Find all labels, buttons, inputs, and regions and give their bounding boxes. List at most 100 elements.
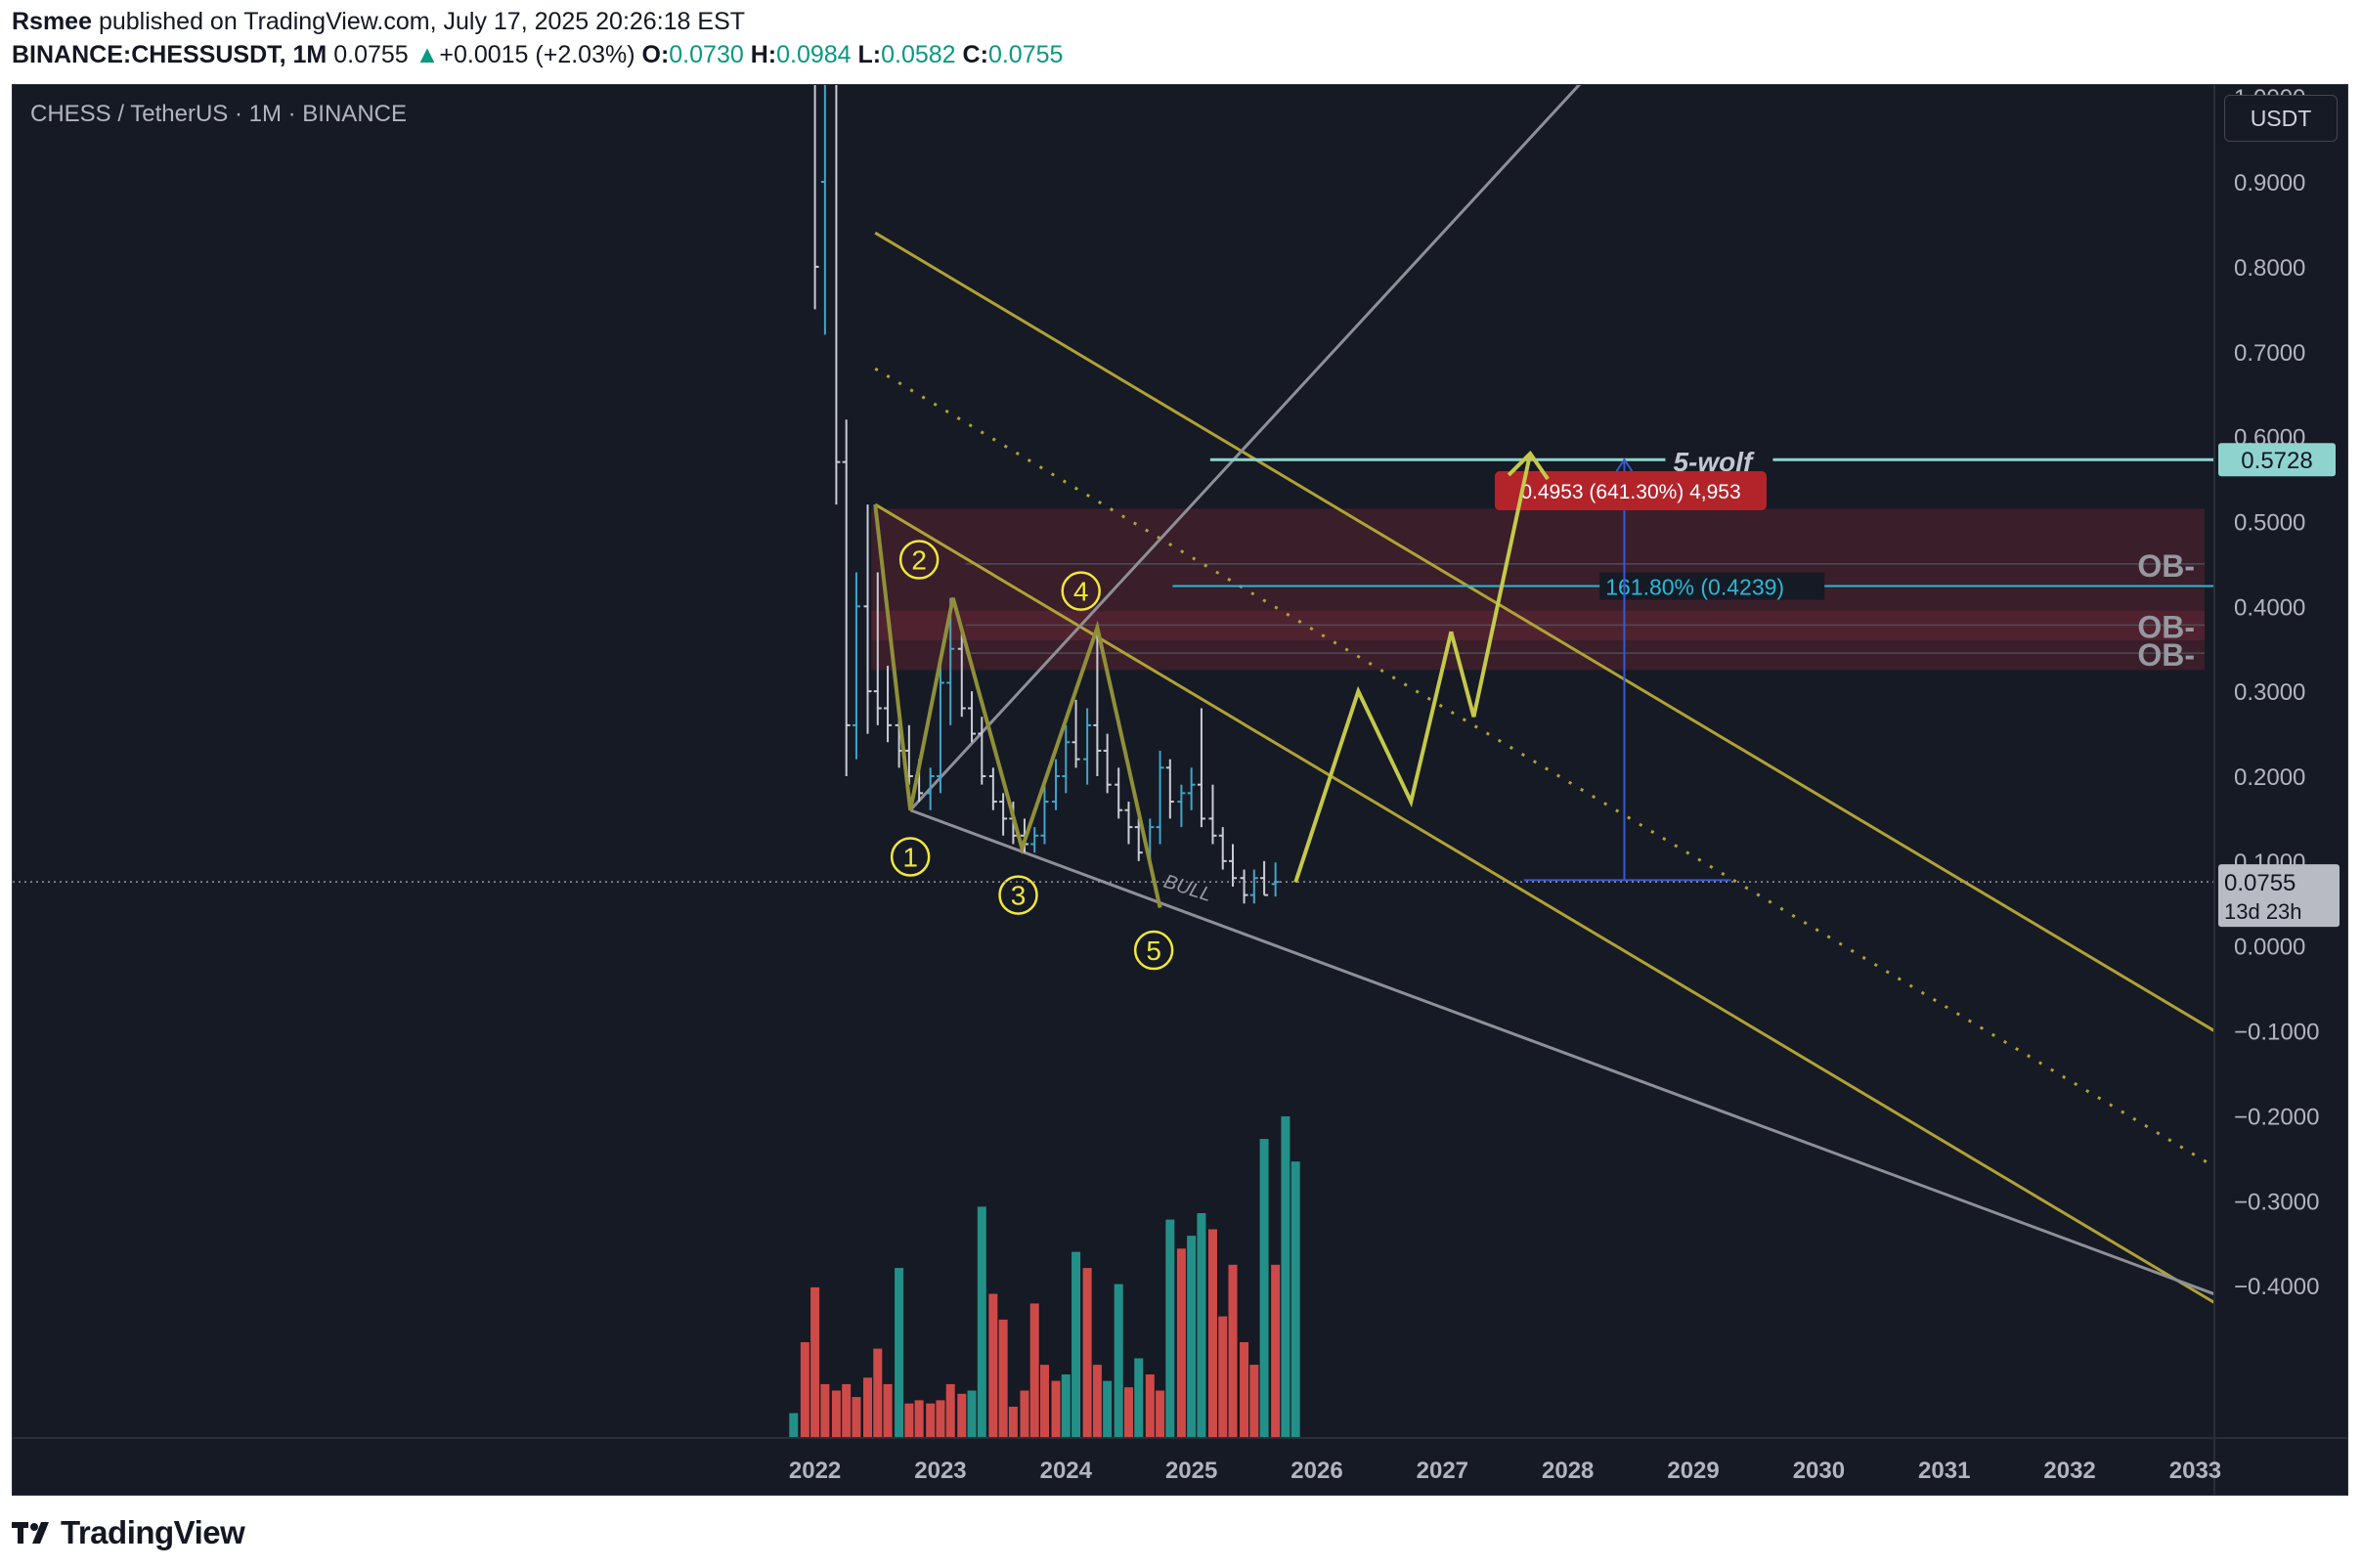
y-tick-10: 0.0000 <box>2234 935 2305 961</box>
volume-bar-34 <box>1145 1374 1155 1438</box>
volume-bar-27 <box>1072 1251 1081 1438</box>
y-tick-7: 0.3000 <box>2234 679 2305 706</box>
symbol-name: BINANCE:CHESSUSDT, 1M <box>12 41 328 68</box>
volume-bar-28 <box>1082 1268 1092 1438</box>
fib-label: 161.80% (0.4239) <box>1605 575 1784 600</box>
currency-selector[interactable]: USDT <box>2224 95 2338 142</box>
volume-bar-9 <box>883 1383 893 1438</box>
volume-bar-39 <box>1197 1213 1206 1438</box>
x-tick-4: 2026 <box>1290 1458 1342 1484</box>
low-value: 0.0582 <box>881 41 956 68</box>
y-tick-1: 0.9000 <box>2234 170 2305 196</box>
up-arrow-icon: ▲ <box>415 41 440 68</box>
volume-bar-25 <box>1051 1380 1061 1438</box>
wave-label-3: 4 <box>1073 577 1089 607</box>
wedge-upper-line <box>909 85 1582 811</box>
volume-bar-36 <box>1165 1219 1175 1438</box>
volume-bar-12 <box>914 1400 924 1438</box>
bull-label: BULL <box>1161 871 1214 906</box>
y-tick-3: 0.7000 <box>2234 340 2305 367</box>
last-price: 0.0755 <box>333 41 409 68</box>
volume-bar-33 <box>1134 1358 1144 1438</box>
volume-bar-48 <box>1290 1161 1300 1438</box>
volume-bar-40 <box>1207 1229 1217 1438</box>
volume-bar-20 <box>998 1319 1008 1438</box>
volume-bar-41 <box>1218 1316 1228 1438</box>
volume-bar-14 <box>936 1400 945 1438</box>
x-tick-8: 2030 <box>1793 1458 1845 1484</box>
current-price-label: 0.0755 <box>2224 870 2296 896</box>
x-tick-9: 2031 <box>1918 1458 1970 1484</box>
volume-bar-16 <box>957 1393 967 1438</box>
countdown-label: 13d 23h <box>2224 899 2302 924</box>
measure-badge-text: 0.4953 (641.30%) 4,953 <box>1520 481 1740 503</box>
wave-label-0: 1 <box>902 843 918 873</box>
volume-bar-23 <box>1029 1303 1039 1438</box>
plot-area: OB-OB-OB-12345BULL5-wolf161.80% (0.4239)… <box>13 85 2214 1438</box>
volume-bar-47 <box>1281 1116 1290 1438</box>
symbol-info: BINANCE:CHESSUSDT, 1M 0.0755 ▲+0.0015 (+… <box>12 41 1063 69</box>
volume-bar-32 <box>1123 1387 1133 1438</box>
publish-info: Rsmee published on TradingView.com, July… <box>12 8 745 36</box>
volume-bar-5 <box>842 1383 852 1438</box>
open-label: O: <box>641 41 670 68</box>
volume-bar-10 <box>895 1268 904 1438</box>
price-change: +0.0015 (+2.03%) <box>439 41 635 68</box>
publish-text: published on TradingView.com, July 17, 2… <box>92 8 746 35</box>
volume-bar-46 <box>1271 1264 1281 1438</box>
volume-bar-43 <box>1240 1342 1249 1438</box>
ob-label-2: OB- <box>2137 637 2195 673</box>
chart-frame[interactable]: OB- OB- OB- 1 2 3 4 5 BULL 5-wolf 161.80% (0.4239)… <box>12 84 2348 1496</box>
x-tick-11: 2033 <box>2169 1458 2221 1484</box>
volume-bar-6 <box>852 1397 861 1438</box>
x-tick-5: 2027 <box>1417 1458 1468 1484</box>
volume-bar-7 <box>863 1377 873 1438</box>
author-name: Rsmee <box>12 8 92 35</box>
ob-label-0: OB- <box>2137 548 2195 584</box>
low-label: L: <box>857 41 882 68</box>
chart-canvas[interactable]: OB-OB-OB-12345BULL5-wolf161.80% (0.4239)… <box>13 85 2348 1496</box>
volume-bar-26 <box>1061 1374 1071 1438</box>
wave-label-1: 2 <box>911 545 927 576</box>
y-tick-6: 0.4000 <box>2234 594 2305 621</box>
tradingview-logo[interactable]: TradingView <box>12 1513 245 1552</box>
tradingview-logo-icon <box>12 1522 49 1544</box>
x-tick-10: 2032 <box>2043 1458 2095 1484</box>
wave-label-2: 3 <box>1011 881 1027 911</box>
volume-bar-11 <box>904 1403 914 1438</box>
x-tick-0: 2022 <box>789 1458 841 1484</box>
x-tick-7: 2029 <box>1667 1458 1719 1484</box>
y-tick-14: −0.4000 <box>2234 1274 2319 1300</box>
volume-bar-22 <box>1020 1390 1029 1438</box>
y-tick-13: −0.3000 <box>2234 1189 2319 1215</box>
volume-bar-13 <box>926 1403 936 1438</box>
volume-bar-44 <box>1249 1365 1259 1438</box>
y-tick-8: 0.2000 <box>2234 764 2305 791</box>
volume-bar-1 <box>800 1342 809 1438</box>
order-block-zone <box>871 508 2206 671</box>
high-label: H: <box>750 41 777 68</box>
volume-bar-2 <box>810 1286 820 1438</box>
close-value: 0.0755 <box>987 41 1064 68</box>
x-tick-3: 2025 <box>1165 1458 1217 1484</box>
volume-bar-21 <box>1008 1407 1018 1438</box>
y-tick-5: 0.5000 <box>2234 509 2305 536</box>
volume-bar-35 <box>1156 1390 1165 1438</box>
volume-bar-18 <box>977 1206 986 1438</box>
volume-bar-38 <box>1187 1236 1197 1438</box>
volume-bar-4 <box>831 1390 841 1438</box>
y-tick-11: −0.1000 <box>2234 1020 2319 1046</box>
volume-bar-30 <box>1103 1380 1113 1438</box>
volume-bar-3 <box>820 1383 830 1438</box>
close-label: C: <box>962 41 988 68</box>
volume-bar-31 <box>1114 1284 1123 1438</box>
volume-bar-15 <box>945 1383 955 1438</box>
x-tick-1: 2023 <box>914 1458 966 1484</box>
volume-bar-29 <box>1092 1365 1102 1438</box>
volume-bar-37 <box>1176 1248 1186 1438</box>
volume-bar-0 <box>789 1413 799 1438</box>
volume-bar-24 <box>1039 1365 1049 1438</box>
high-value: 0.0984 <box>776 41 852 68</box>
volume-bar-19 <box>988 1293 998 1438</box>
y-tick-12: −0.2000 <box>2234 1104 2319 1130</box>
